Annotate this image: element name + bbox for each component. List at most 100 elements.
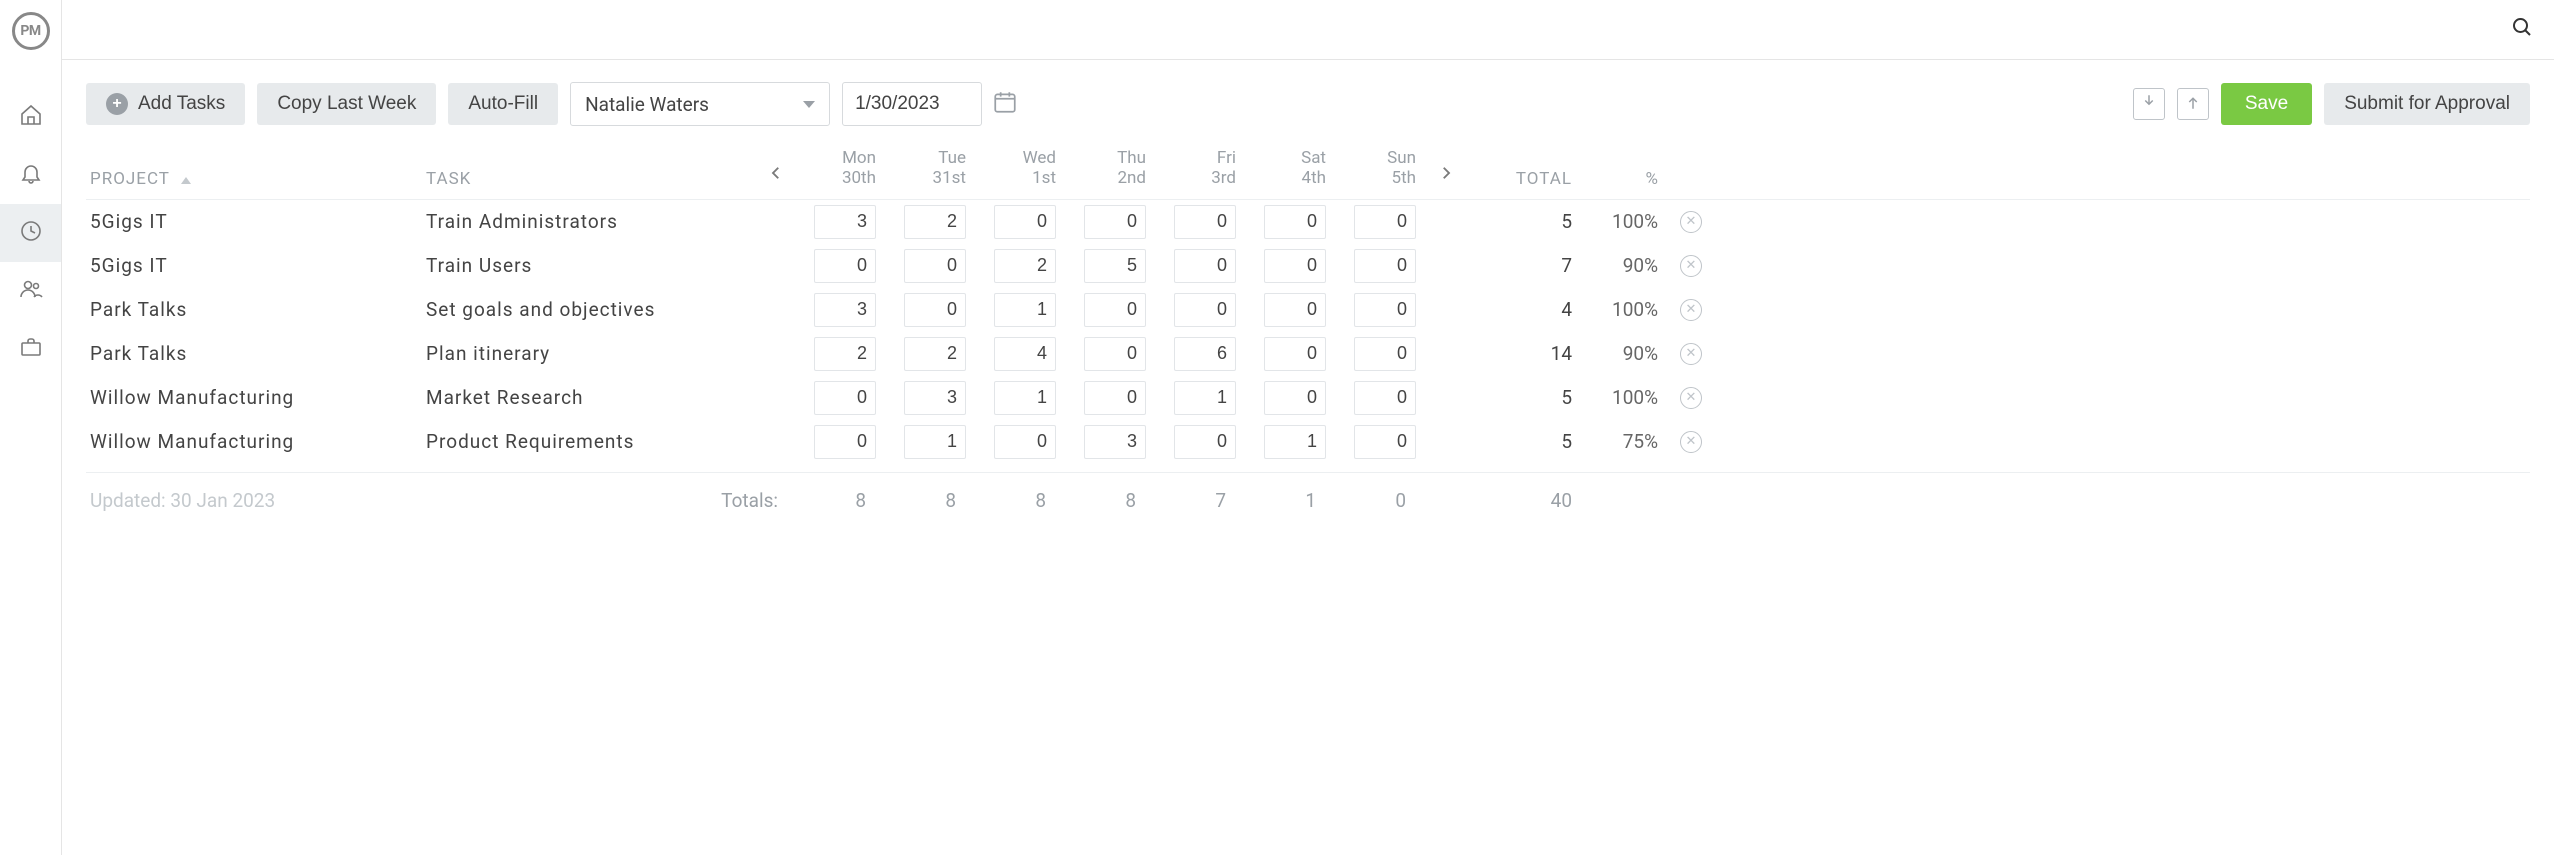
cell-task: Train Users (426, 254, 756, 277)
next-week-button[interactable] (1426, 159, 1466, 189)
nav-time[interactable] (0, 204, 61, 262)
people-icon (19, 277, 43, 306)
cell-task: Train Administrators (426, 210, 756, 233)
add-tasks-button[interactable]: + Add Tasks (86, 83, 245, 125)
header-day-6: Sun5th (1336, 148, 1426, 189)
hour-input[interactable] (1264, 381, 1326, 415)
hour-input[interactable] (814, 249, 876, 283)
delete-row-button[interactable]: ✕ (1680, 211, 1702, 233)
hour-input[interactable] (1264, 205, 1326, 239)
hour-input[interactable] (1174, 293, 1236, 327)
nav-alerts[interactable] (0, 146, 61, 204)
date-input[interactable] (842, 82, 982, 126)
hour-input[interactable] (1174, 205, 1236, 239)
hour-input[interactable] (1264, 425, 1326, 459)
sidebar-nav (0, 88, 61, 378)
add-tasks-label: Add Tasks (138, 93, 225, 115)
header-percent: % (1586, 169, 1666, 189)
delete-row-button[interactable]: ✕ (1680, 299, 1702, 321)
hour-input[interactable] (1354, 293, 1416, 327)
auto-fill-button[interactable]: Auto-Fill (448, 83, 558, 125)
clock-icon (19, 219, 43, 248)
delete-row-button[interactable]: ✕ (1680, 255, 1702, 277)
calendar-icon[interactable] (992, 89, 1018, 120)
cell-task: Set goals and objectives (426, 298, 756, 321)
main-area: + Add Tasks Copy Last Week Auto-Fill Nat… (62, 0, 2554, 855)
hour-input[interactable] (994, 293, 1056, 327)
search-icon[interactable] (2510, 15, 2534, 44)
table-row: Willow ManufacturingProduct Requirements… (86, 420, 2530, 464)
hour-input[interactable] (994, 337, 1056, 371)
hour-input[interactable] (1354, 381, 1416, 415)
hour-input[interactable] (994, 381, 1056, 415)
hour-input[interactable] (1174, 381, 1236, 415)
hour-input[interactable] (1264, 293, 1326, 327)
hour-input[interactable] (1174, 337, 1236, 371)
user-select[interactable]: Natalie Waters (570, 82, 830, 126)
cell-project: Willow Manufacturing (86, 386, 426, 409)
hour-input[interactable] (1084, 337, 1146, 371)
cell-total: 5 (1466, 430, 1586, 453)
copy-last-week-button[interactable]: Copy Last Week (257, 83, 436, 125)
cell-percent: 100% (1586, 298, 1666, 321)
nav-home[interactable] (0, 88, 61, 146)
hour-input[interactable] (1354, 337, 1416, 371)
hour-input[interactable] (814, 381, 876, 415)
toolbar-right: Save Submit for Approval (2133, 83, 2530, 125)
hour-input[interactable] (814, 425, 876, 459)
header-day-2: Wed1st (976, 148, 1066, 189)
totals-day-3: 8 (1066, 489, 1156, 512)
nav-people[interactable] (0, 262, 61, 320)
totals-day-2: 8 (976, 489, 1066, 512)
hour-input[interactable] (1084, 205, 1146, 239)
cell-project: Park Talks (86, 342, 426, 365)
hour-input[interactable] (1174, 249, 1236, 283)
prev-week-button[interactable] (756, 159, 796, 189)
totals-day-0: 8 (796, 489, 886, 512)
hour-input[interactable] (904, 381, 966, 415)
grand-total: 40 (1466, 489, 1586, 512)
timesheet-table: PROJECT TASK Mon30thTue31stWed1stThu2ndF… (86, 148, 2530, 528)
content: + Add Tasks Copy Last Week Auto-Fill Nat… (62, 60, 2554, 544)
hour-input[interactable] (1174, 425, 1236, 459)
nav-portfolio[interactable] (0, 320, 61, 378)
hour-input[interactable] (994, 205, 1056, 239)
hour-input[interactable] (904, 205, 966, 239)
hour-input[interactable] (1264, 249, 1326, 283)
cell-total: 7 (1466, 254, 1586, 277)
hour-input[interactable] (994, 425, 1056, 459)
save-button[interactable]: Save (2221, 83, 2312, 125)
hour-input[interactable] (1084, 293, 1146, 327)
hour-input[interactable] (904, 249, 966, 283)
submit-button[interactable]: Submit for Approval (2324, 83, 2530, 125)
hour-input[interactable] (994, 249, 1056, 283)
hour-input[interactable] (904, 293, 966, 327)
cell-total: 5 (1466, 386, 1586, 409)
hour-input[interactable] (1084, 425, 1146, 459)
cell-percent: 100% (1586, 210, 1666, 233)
totals-day-4: 7 (1156, 489, 1246, 512)
header-project[interactable]: PROJECT (86, 169, 426, 189)
delete-row-button[interactable]: ✕ (1680, 431, 1702, 453)
hour-input[interactable] (1354, 249, 1416, 283)
header-total: TOTAL (1466, 169, 1586, 189)
header-task[interactable]: TASK (426, 169, 756, 189)
table-row: Park TalksSet goals and objectives4100%✕ (86, 288, 2530, 332)
hour-input[interactable] (904, 337, 966, 371)
hour-input[interactable] (814, 205, 876, 239)
hour-input[interactable] (814, 293, 876, 327)
hour-input[interactable] (904, 425, 966, 459)
cell-percent: 100% (1586, 386, 1666, 409)
delete-row-button[interactable]: ✕ (1680, 343, 1702, 365)
import-button[interactable] (2133, 88, 2165, 120)
app-logo: PM (12, 12, 50, 50)
delete-row-button[interactable]: ✕ (1680, 387, 1702, 409)
hour-input[interactable] (1354, 425, 1416, 459)
hour-input[interactable] (1084, 249, 1146, 283)
hour-input[interactable] (814, 337, 876, 371)
hour-input[interactable] (1354, 205, 1416, 239)
date-field-wrap (842, 82, 1018, 126)
export-button[interactable] (2177, 88, 2209, 120)
hour-input[interactable] (1264, 337, 1326, 371)
hour-input[interactable] (1084, 381, 1146, 415)
